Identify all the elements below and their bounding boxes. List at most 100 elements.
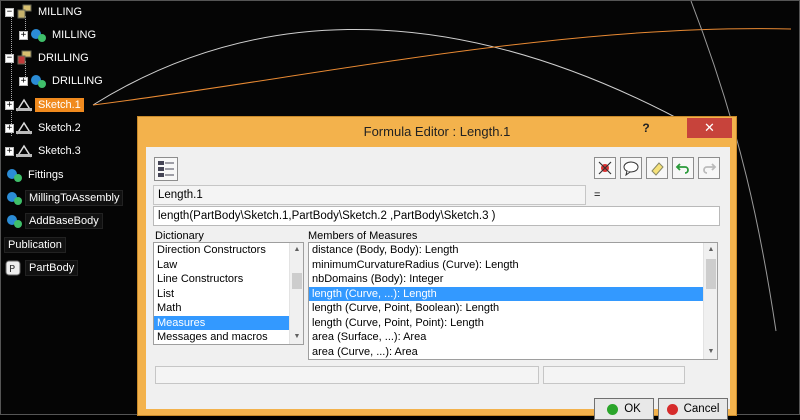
tree-node-label: Fittings (28, 169, 64, 181)
orange-curve (92, 28, 792, 106)
tree-node-milling[interactable]: − MILLING (5, 3, 85, 21)
tree-node-label: Publication (4, 237, 66, 253)
gear-icon (31, 75, 46, 88)
list-item[interactable]: minimumCurvatureRadius (Curve): Length (309, 258, 717, 273)
scroll-thumb[interactable] (706, 259, 716, 289)
equals-sign: = (594, 189, 601, 201)
formula-editor-dialog: Formula Editor : Length.1 ? ✕ Length.1 =… (137, 116, 737, 420)
tree-node-label: AddBaseBody (25, 213, 103, 229)
sketch-icon (16, 144, 32, 158)
scroll-thumb[interactable] (292, 273, 302, 289)
erase-button[interactable] (646, 157, 668, 179)
tree-node-drilling[interactable]: − DRILLING (5, 49, 92, 67)
speech-bubble-icon (623, 161, 639, 176)
dictionary-list[interactable]: Direction Constructors Law Line Construc… (153, 242, 304, 345)
tree-node-label: Sketch.2 (38, 122, 81, 134)
tree-node-fittings[interactable]: Fittings (5, 166, 66, 184)
undo-icon (675, 163, 689, 174)
close-button[interactable]: ✕ (687, 118, 732, 138)
help-button[interactable]: ? (637, 121, 655, 139)
tree-node-milling-child[interactable]: + MILLING (19, 26, 99, 44)
expand-icon[interactable]: − (5, 7, 14, 17)
list-item[interactable]: Direction Constructors (154, 243, 303, 258)
dictionary-scrollbar[interactable]: ▲ ▼ (289, 243, 303, 344)
gear-icon (7, 215, 22, 228)
list-item[interactable]: distance (Body, Body): Length (309, 243, 717, 258)
measure-icon (598, 161, 612, 175)
redo-button[interactable] (698, 157, 720, 179)
tree-node-add-base-body[interactable]: AddBaseBody (5, 212, 103, 230)
expand-icon[interactable]: + (5, 146, 14, 156)
eraser-icon (651, 162, 664, 176)
list-item[interactable]: Law (154, 258, 303, 273)
expand-icon[interactable]: + (5, 100, 14, 110)
tree-node-partbody[interactable]: P PartBody (5, 259, 79, 277)
tree-node-label: Sketch.1 (35, 98, 84, 112)
measure-between-button[interactable] (594, 157, 616, 179)
expand-icon[interactable]: − (5, 53, 14, 63)
gear-icon (31, 29, 46, 42)
expand-icon[interactable]: + (19, 30, 28, 40)
cancel-button[interactable]: Cancel (658, 398, 728, 420)
scroll-down-icon[interactable]: ▼ (290, 330, 303, 344)
list-item[interactable]: Messages and macros (154, 330, 303, 344)
sketch-icon (16, 98, 32, 112)
3d-viewport[interactable]: − MILLING + MILLING − DRILLING + DRILLIN… (0, 0, 800, 420)
svg-text:P: P (9, 264, 15, 275)
ok-icon (607, 403, 619, 415)
gear-icon (7, 192, 22, 205)
expand-icon[interactable]: + (5, 123, 14, 133)
comment-button[interactable] (620, 157, 642, 179)
list-item-selected[interactable]: Measures (154, 315, 303, 330)
cancel-label: Cancel (683, 403, 720, 415)
list-item[interactable]: length (Curve, Point, Point): Length (309, 316, 717, 331)
undo-button[interactable] (672, 157, 694, 179)
redo-icon (703, 163, 717, 174)
drilling-icon (17, 50, 32, 65)
gear-icon (7, 169, 22, 182)
parameter-explorer-button[interactable] (154, 157, 178, 181)
description-field (155, 366, 539, 384)
members-scrollbar[interactable]: ▲ ▼ (703, 243, 717, 359)
list-item[interactable]: area (Curve, ...): Area (309, 345, 717, 360)
tree-node-drilling-child[interactable]: + DRILLING (19, 72, 106, 90)
tree-node-sketch-1[interactable]: + Sketch.1 (5, 96, 84, 114)
tree-node-label: Sketch.3 (38, 145, 81, 157)
milling-icon (17, 4, 32, 19)
ok-label: OK (624, 403, 641, 415)
list-item[interactable]: nbDomains (Body): Integer (309, 272, 717, 287)
list-item[interactable]: Math (154, 301, 303, 316)
partbody-icon: P (5, 260, 21, 276)
tree-node-label: MillingToAssembly (25, 190, 124, 206)
value-field (543, 366, 685, 384)
members-list[interactable]: distance (Body, Body): Length minimumCur… (308, 242, 718, 360)
tree-node-label: MILLING (38, 6, 83, 18)
dialog-content: Length.1 = length(PartBody\Sketch.1,Part… (146, 147, 730, 420)
ok-button[interactable]: OK (594, 398, 654, 420)
cancel-icon (666, 403, 678, 415)
list-item[interactable]: area (Surface, ...): Area (309, 330, 717, 345)
scroll-up-icon[interactable]: ▲ (290, 243, 303, 257)
parameter-name-field: Length.1 (153, 185, 586, 205)
dictionary-label: Dictionary (155, 230, 204, 242)
tree-node-label: MILLING (52, 29, 97, 41)
formula-input[interactable]: length(PartBody\Sketch.1,PartBody\Sketch… (153, 206, 720, 226)
scroll-up-icon[interactable]: ▲ (704, 243, 717, 257)
list-item[interactable]: length (Curve, Point, Boolean): Length (309, 301, 717, 316)
tree-node-label: DRILLING (52, 75, 103, 87)
sketch-icon (16, 121, 32, 135)
parameter-explorer-icon (158, 161, 174, 177)
tree-node-milling-to-assembly[interactable]: MillingToAssembly (5, 189, 124, 207)
tree-node-sketch-2[interactable]: + Sketch.2 (5, 119, 84, 137)
list-item[interactable]: List (154, 287, 303, 302)
tree-node-sketch-3[interactable]: + Sketch.3 (5, 142, 84, 160)
tree-node-label: PartBody (25, 260, 79, 276)
scroll-down-icon[interactable]: ▼ (704, 345, 717, 359)
tree-node-publication[interactable]: Publication (4, 236, 66, 254)
list-item[interactable]: Line Constructors (154, 272, 303, 287)
list-item-selected[interactable]: length (Curve, ...): Length (309, 286, 717, 301)
expand-icon[interactable]: + (19, 76, 28, 86)
members-label: Members of Measures (308, 230, 418, 242)
dialog-titlebar[interactable]: Formula Editor : Length.1 ? ✕ (138, 117, 736, 147)
tree-node-label: DRILLING (38, 52, 89, 64)
